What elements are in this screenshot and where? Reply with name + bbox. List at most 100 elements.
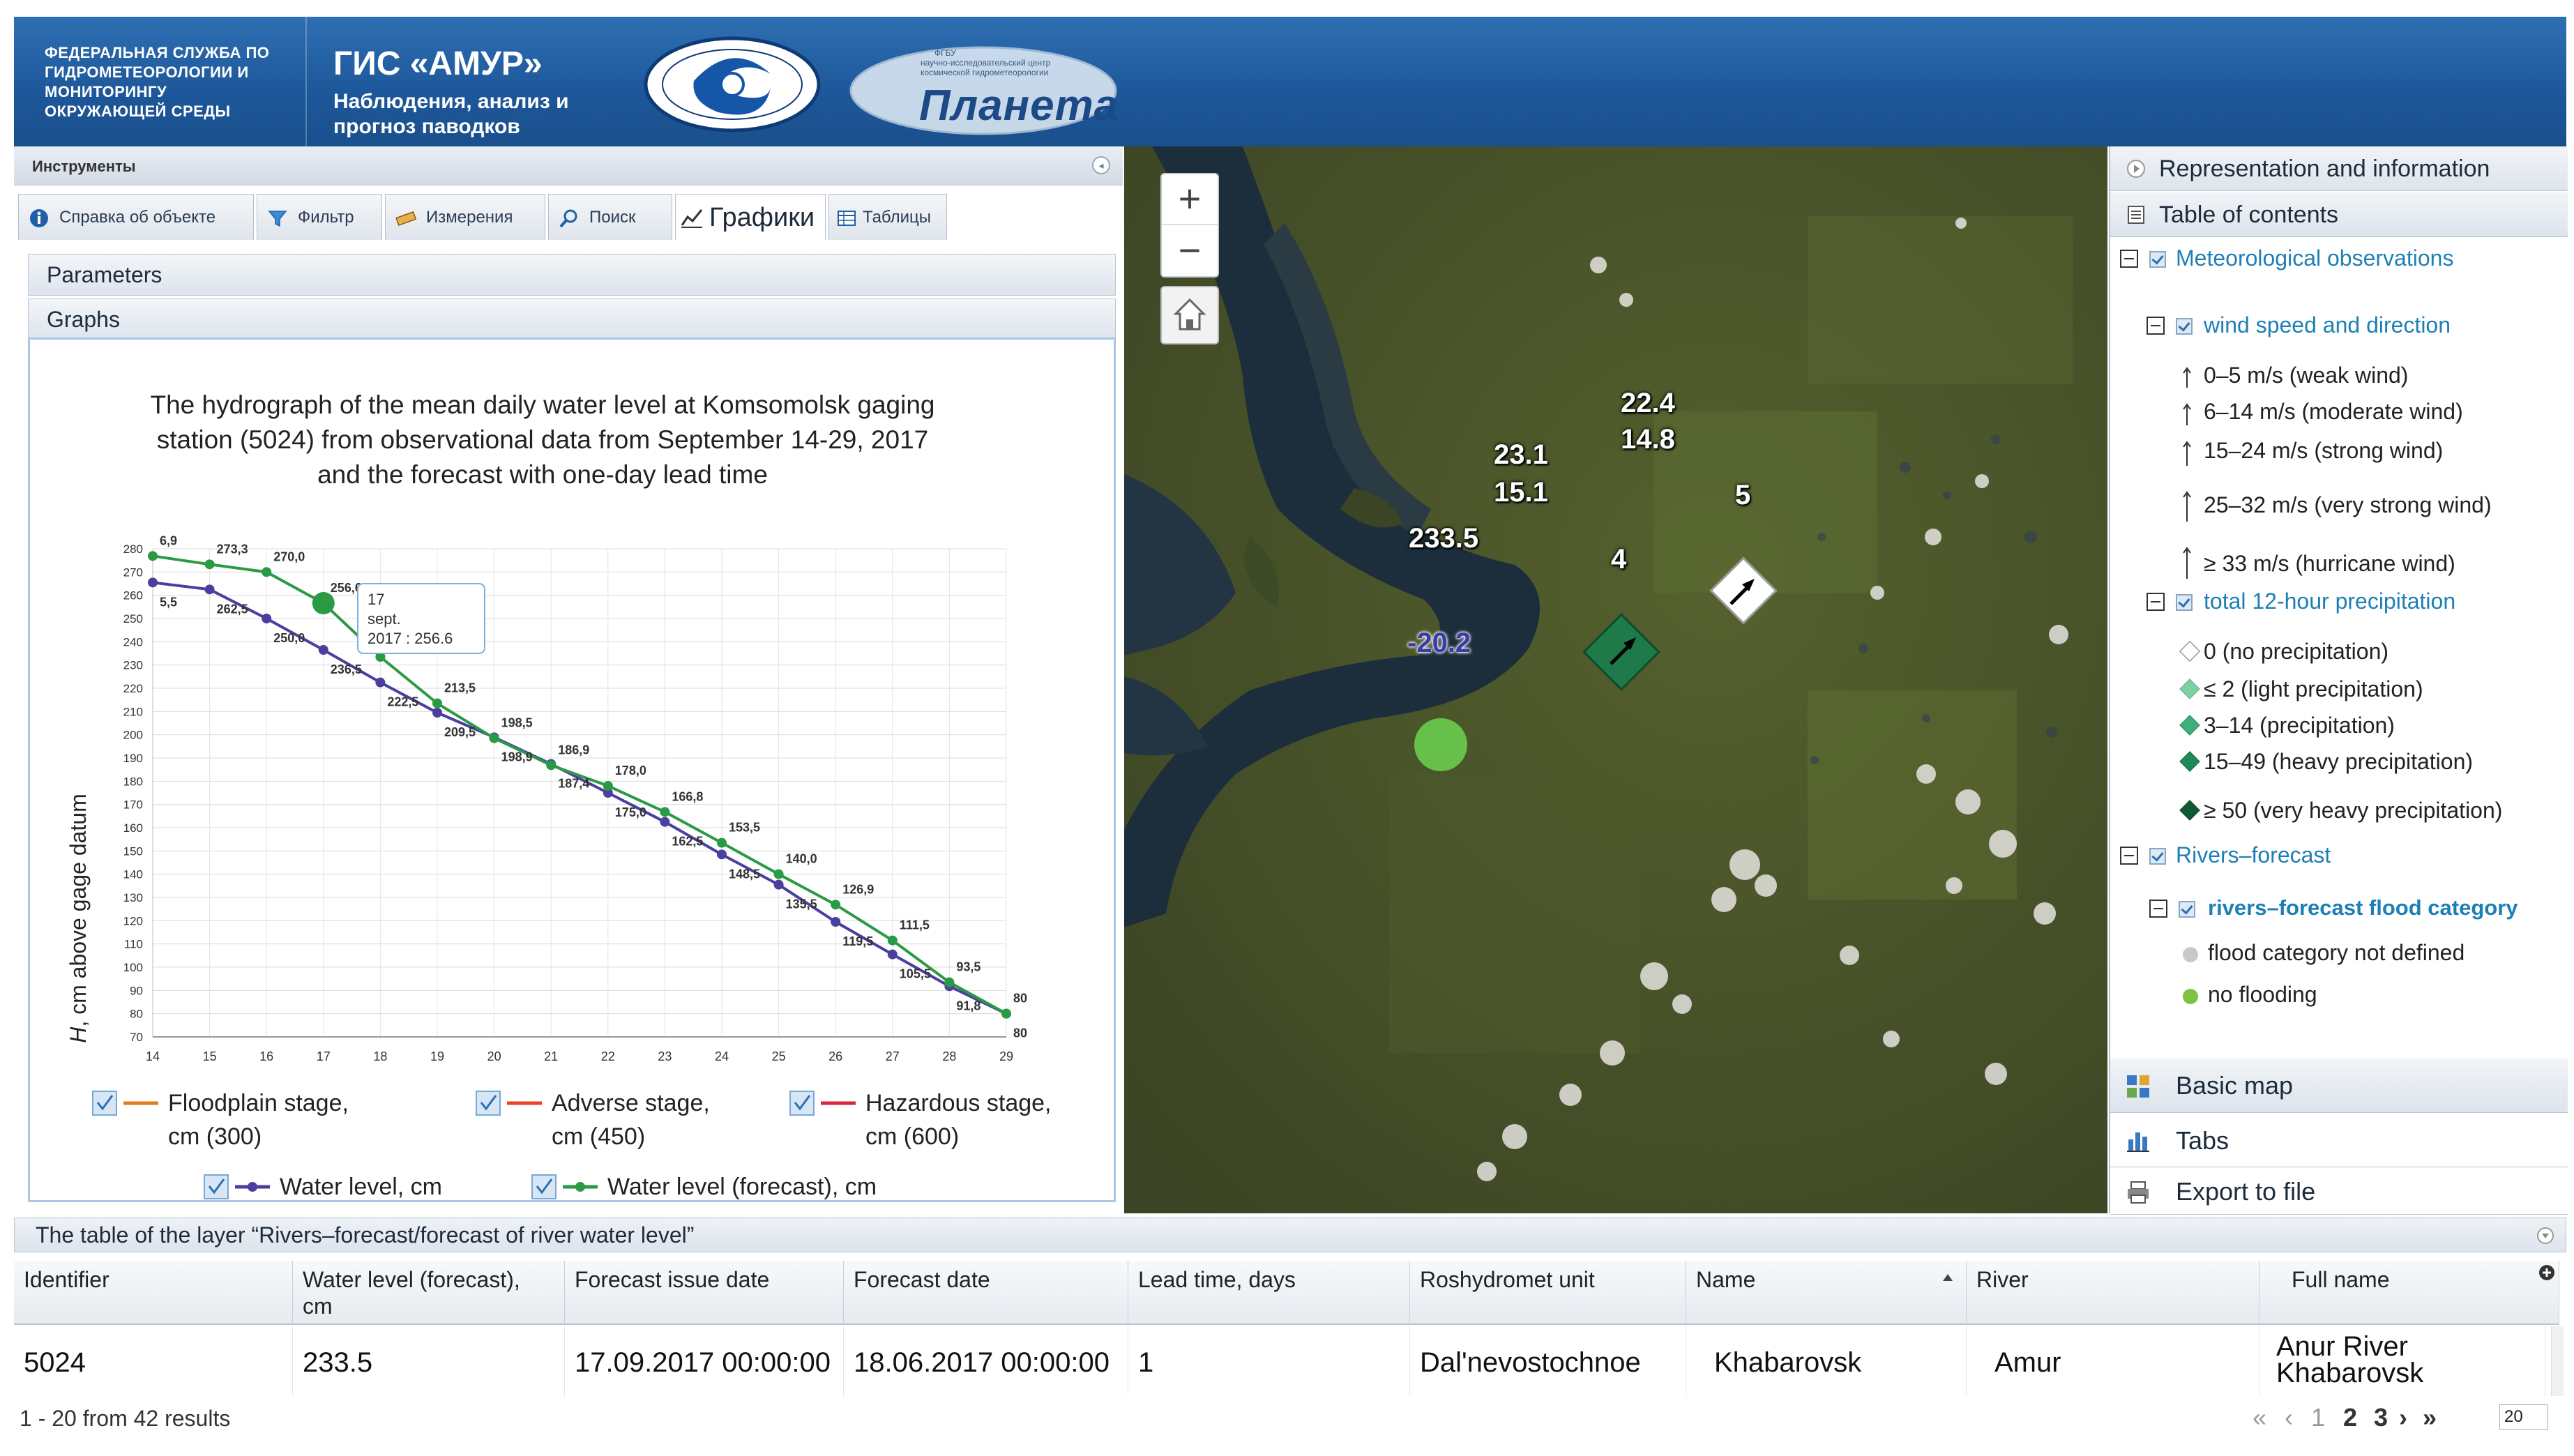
- layer-rivers-flood[interactable]: rivers–forecast flood category: [2208, 895, 2518, 920]
- flood-circle-icon: [2183, 989, 2198, 1004]
- y-tick-label: 210: [123, 705, 143, 718]
- table-icon: [838, 211, 856, 226]
- last-page-button[interactable]: »: [2423, 1403, 2437, 1432]
- station-5-id: 5: [1735, 480, 1751, 510]
- filter-icon: [268, 211, 287, 227]
- wind-legend-item: 0–5 m/s (weak wind): [2204, 363, 2409, 388]
- collapse-table-icon[interactable]: [2536, 1227, 2554, 1245]
- rivers-sub-checkbox[interactable]: [2179, 901, 2195, 918]
- layer-precip[interactable]: total 12-hour precipitation: [2204, 589, 2455, 614]
- data-label: 198,5: [501, 716, 533, 730]
- precip-diamond-icon: [2179, 678, 2200, 699]
- page-3[interactable]: 3: [2374, 1403, 2388, 1432]
- export-section[interactable]: Export to file: [2110, 1169, 2568, 1215]
- data-label: 250,0: [273, 631, 305, 645]
- representation-header[interactable]: Representation and information: [2110, 146, 2568, 191]
- col-full-name[interactable]: Full name: [2259, 1261, 2559, 1325]
- layer-wind[interactable]: wind speed and direction: [2204, 312, 2451, 338]
- cell-full-name: Anur River Khabarovsk: [2259, 1326, 2545, 1396]
- home-button[interactable]: [1160, 286, 1219, 344]
- page-2[interactable]: 2: [2343, 1403, 2357, 1432]
- tab-measurements[interactable]: Измерения: [385, 194, 545, 240]
- toc-icon: [2128, 206, 2144, 224]
- basic-map-section[interactable]: Basic map: [2110, 1059, 2568, 1113]
- tab-filter[interactable]: Фильтр: [257, 194, 382, 240]
- agency-name: ФЕДЕРАЛЬНАЯ СЛУЖБА ПО ГИДРОМЕТЕОРОЛОГИИ …: [45, 43, 310, 121]
- precip-checkbox[interactable]: [2176, 594, 2193, 611]
- page-size-select[interactable]: 20: [2499, 1404, 2548, 1430]
- col-issue-date[interactable]: Forecast issue date: [565, 1261, 844, 1325]
- data-point: [831, 917, 841, 927]
- zoom-in-button[interactable]: +: [1162, 174, 1218, 225]
- data-point: [262, 614, 272, 623]
- col-name[interactable]: Name: [1686, 1261, 1967, 1325]
- data-label: 153,5: [729, 821, 760, 835]
- x-tick-label: 19: [430, 1049, 444, 1063]
- data-label: 162,5: [672, 835, 703, 849]
- toc-header[interactable]: Table of contents: [2110, 192, 2568, 237]
- wind-arrow-icon: [2183, 367, 2191, 388]
- x-tick-label: 16: [259, 1049, 273, 1063]
- data-label: 140,0: [786, 852, 817, 866]
- map-view[interactable]: + − 233.5 -20.2 23.1 15.1 4 22.4 14.8 5: [1124, 146, 2107, 1213]
- col-unit[interactable]: Roshydromet unit: [1410, 1261, 1686, 1325]
- collapse-rivers-sub-button[interactable]: [2149, 900, 2167, 918]
- parameters-section-header[interactable]: Parameters: [28, 254, 1116, 296]
- data-label: 209,5: [444, 725, 476, 739]
- next-page-button[interactable]: ›: [2399, 1403, 2407, 1432]
- data-point: [1001, 1008, 1011, 1019]
- wind-legend-item: 25–32 m/s (very strong wind): [2204, 492, 2492, 517]
- table-scrollbar[interactable]: [2551, 1326, 2564, 1396]
- chart-title-line: The hydrograph of the mean daily water l…: [151, 390, 935, 419]
- tabs-section[interactable]: Tabs: [2110, 1114, 2568, 1167]
- app-header: ФЕДЕРАЛЬНАЯ СЛУЖБА ПО ГИДРОМЕТЕОРОЛОГИИ …: [14, 17, 2566, 146]
- y-tick-label: 100: [123, 961, 143, 974]
- station-marker-no-flooding[interactable]: [1414, 718, 1467, 771]
- zoom-out-button[interactable]: −: [1162, 226, 1218, 277]
- chart-legend: Floodplain stage, cm (300) Adverse stage, c…: [92, 1090, 1052, 1200]
- col-identifier[interactable]: Identifier: [14, 1261, 293, 1325]
- first-page-button[interactable]: «: [2253, 1403, 2266, 1432]
- data-label: 80: [1013, 992, 1027, 1006]
- cell-full-name-line: Anur River: [2276, 1331, 2408, 1362]
- layer-met-obs[interactable]: Meteorological observations: [2176, 245, 2453, 271]
- col-name-label: Name: [1696, 1267, 1756, 1292]
- data-point: [432, 698, 442, 708]
- graphs-section-header[interactable]: Graphs: [28, 298, 1116, 340]
- data-point: [887, 935, 898, 946]
- cell-forecast-date: 18.06.2017 00:00:00: [844, 1326, 1128, 1396]
- tab-tables[interactable]: Таблицы: [828, 194, 947, 240]
- tab-search[interactable]: Поиск: [548, 194, 672, 240]
- tab-label: Таблицы: [863, 208, 932, 227]
- collapse-panel-button[interactable]: ◂: [1092, 156, 1110, 174]
- layer-rivers[interactable]: Rivers–forecast: [2176, 842, 2331, 868]
- tab-graphs[interactable]: Графики: [675, 194, 826, 240]
- data-point: [546, 760, 557, 771]
- rivers-checkbox[interactable]: [2149, 848, 2166, 865]
- data-label: 5,5: [160, 595, 177, 609]
- col-lead-time[interactable]: Lead time, days: [1128, 1261, 1410, 1325]
- collapse-met-obs-button[interactable]: [2120, 250, 2138, 268]
- met-obs-checkbox[interactable]: [2149, 251, 2166, 268]
- x-tick-label: 20: [487, 1049, 501, 1063]
- col-forecast-date[interactable]: Forecast date: [844, 1261, 1128, 1325]
- chart-grid: [152, 548, 1007, 1038]
- page-1[interactable]: 1: [2311, 1403, 2325, 1432]
- col-river[interactable]: River: [1967, 1261, 2259, 1325]
- col-water-level[interactable]: Water level (forecast), cm: [293, 1261, 565, 1325]
- wind-arrow-icon: [2183, 491, 2191, 522]
- collapse-precip-button[interactable]: [2147, 593, 2165, 611]
- x-tick-label: 18: [373, 1049, 387, 1063]
- app-subtitle-line: Наблюдения, анализ и: [333, 90, 569, 113]
- prev-page-button[interactable]: ‹: [2285, 1403, 2293, 1432]
- precip-legend-item: ≤ 2 (light precipitation): [2204, 676, 2423, 702]
- data-point: [944, 977, 955, 987]
- add-column-icon[interactable]: [2538, 1264, 2556, 1282]
- data-label: 148,5: [729, 867, 760, 881]
- wind-arrow-icon: [2183, 403, 2191, 425]
- wind-checkbox[interactable]: [2176, 318, 2193, 335]
- collapse-rivers-button[interactable]: [2120, 847, 2138, 865]
- station-5-value-mid: 14.8: [1621, 424, 1675, 455]
- collapse-wind-button[interactable]: [2147, 317, 2165, 335]
- tab-object-info[interactable]: Справка об объекте: [18, 194, 254, 240]
